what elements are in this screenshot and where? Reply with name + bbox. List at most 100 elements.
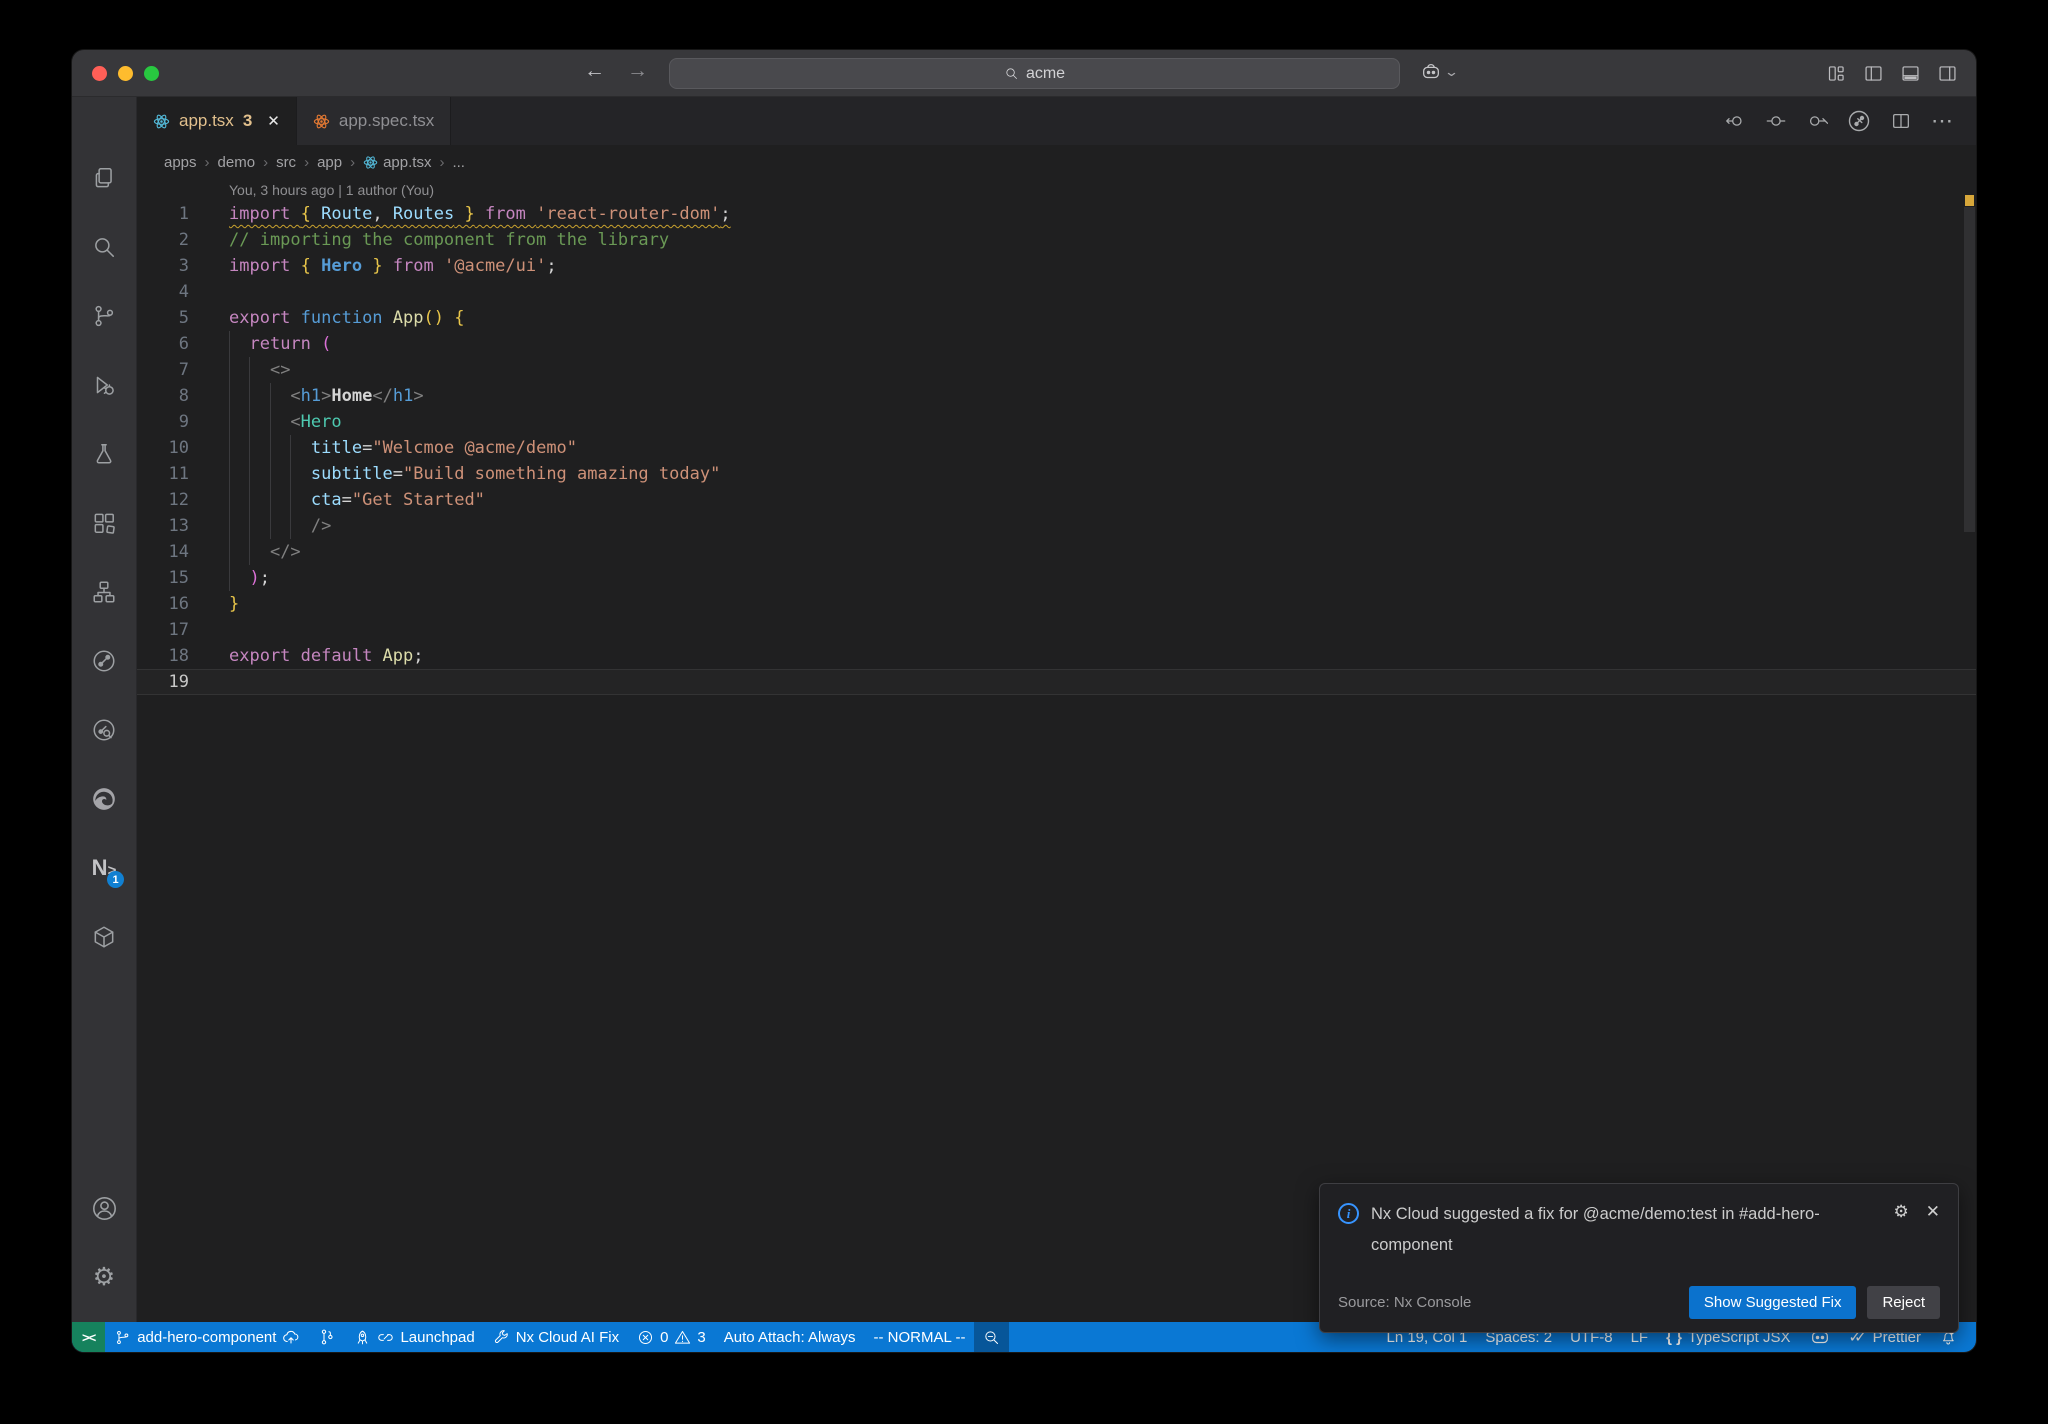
more-actions-icon[interactable]: ⋯	[1931, 108, 1954, 134]
activity-item-gitlens-icon[interactable]	[72, 626, 136, 695]
breadcrumb-item-...[interactable]: ...	[452, 154, 465, 171]
statusbar-problems[interactable]: 03	[628, 1322, 715, 1352]
statusbar-launchpad[interactable]: Launchpad	[345, 1322, 483, 1352]
code-line-2[interactable]: 2 // importing the component from the lib…	[137, 227, 1976, 253]
code-text: </>	[229, 539, 301, 565]
navigate-back-icon[interactable]: ←	[584, 59, 605, 83]
next-change-icon[interactable]	[1806, 110, 1828, 132]
close-window-button[interactable]	[92, 66, 107, 81]
activity-item-explorer-icon[interactable]	[72, 143, 136, 212]
activity-item-extensions-icon[interactable]	[72, 488, 136, 557]
indent-guide	[249, 435, 251, 461]
code-line-18[interactable]: 18 export default App;	[137, 643, 1976, 669]
open-changes-icon[interactable]	[1765, 110, 1787, 132]
toggle-sidebar-left-icon[interactable]	[1863, 63, 1884, 84]
tab-app.spec.tsx[interactable]: app.spec.tsx	[296, 97, 452, 145]
line-number: 4	[178, 282, 189, 302]
command-center-search[interactable]: acme	[669, 58, 1400, 89]
code-line-10[interactable]: 10 title="Welcmoe @acme/demo"	[137, 435, 1976, 461]
notification-close-icon[interactable]: ✕	[1926, 1202, 1940, 1222]
breadcrumb-item-apps[interactable]: apps	[164, 154, 197, 171]
cloud-upload-icon	[282, 1328, 300, 1346]
statusbar-nx-cloud-ai-fix[interactable]: Nx Cloud AI Fix	[484, 1322, 628, 1352]
activity-item-source-control-icon[interactable]	[72, 281, 136, 350]
codelens-annotation[interactable]: You, 3 hours ago | 1 author (You)	[137, 179, 1976, 201]
code-text: export default App;	[229, 646, 424, 666]
notification-settings-gear-icon[interactable]: ⚙	[1894, 1202, 1909, 1222]
breadcrumb[interactable]: apps › demo › src › app › app.tsx ›...	[137, 145, 1976, 179]
code-text: );	[229, 565, 270, 591]
code-line-9[interactable]: 9 <Hero	[137, 409, 1976, 435]
breadcrumb-item-app[interactable]: app	[317, 154, 342, 171]
activity-item-account-icon[interactable]	[72, 1174, 136, 1243]
minimize-window-button[interactable]	[118, 66, 133, 81]
statusbar-commit-graph[interactable]	[309, 1322, 345, 1352]
code-line-5[interactable]: 5 export function App() {	[137, 305, 1976, 331]
tab-close-icon[interactable]: ✕	[267, 112, 280, 130]
navigate-forward-icon[interactable]: →	[627, 59, 648, 83]
code-line-6[interactable]: 6 return (	[137, 331, 1976, 357]
warning-icon	[674, 1329, 691, 1346]
breadcrumb-separator: ›	[204, 153, 210, 171]
previous-change-icon[interactable]	[1724, 110, 1746, 132]
copilot-menu[interactable]: ⌄	[1420, 61, 1459, 83]
activity-item-package-icon[interactable]	[72, 902, 136, 971]
statusbar-auto-attach[interactable]: Auto Attach: Always	[715, 1322, 865, 1352]
activity-item-nx-icon[interactable]: N> 1	[72, 833, 136, 902]
breadcrumb-item-app.tsx[interactable]: app.tsx	[363, 154, 431, 171]
indent-guide	[290, 487, 292, 513]
code-line-11[interactable]: 11 subtitle="Build something amazing tod…	[137, 461, 1976, 487]
indent-guide	[269, 383, 271, 409]
statusbar-vim-mode[interactable]: -- NORMAL --	[865, 1322, 975, 1352]
code-editor[interactable]: You, 3 hours ago | 1 author (You) 1 impor…	[137, 179, 1976, 1322]
indent-guide	[229, 357, 230, 383]
code-line-19[interactable]: 19	[137, 669, 1976, 695]
code-line-3[interactable]: 3 import { Hero } from '@acme/ui';	[137, 253, 1976, 279]
code-text: cta="Get Started"	[229, 487, 485, 513]
maximize-window-button[interactable]	[144, 66, 159, 81]
show-suggested-fix-button[interactable]: Show Suggested Fix	[1688, 1286, 1857, 1319]
statusbar-remote-indicator[interactable]: ><	[72, 1322, 106, 1352]
reject-button[interactable]: Reject	[1867, 1286, 1940, 1319]
title-bar: ← → acme ⌄	[72, 50, 1976, 97]
scrollbar-slider[interactable]	[1964, 207, 1975, 532]
statusbar-label: 3	[697, 1328, 706, 1346]
customize-layout-icon[interactable]	[1826, 63, 1847, 84]
activity-item-testing-icon[interactable]	[72, 419, 136, 488]
code-line-16[interactable]: 16}	[137, 591, 1976, 617]
statusbar-zoom[interactable]	[974, 1322, 1010, 1352]
split-editor-icon[interactable]	[1890, 110, 1912, 132]
breadcrumb-item-demo[interactable]: demo	[218, 154, 256, 171]
tab-label: app.spec.tsx	[338, 111, 435, 130]
code-line-4[interactable]: 4	[137, 279, 1976, 305]
toggle-panel-icon[interactable]	[1900, 63, 1921, 84]
breadcrumb-item-src[interactable]: src	[276, 154, 296, 171]
code-line-17[interactable]: 17	[137, 617, 1976, 643]
code-line-12[interactable]: 12 cta="Get Started"	[137, 487, 1976, 513]
line-number: 13	[168, 516, 189, 536]
code-line-14[interactable]: 14 </>	[137, 539, 1976, 565]
code-line-7[interactable]: 7 <>	[137, 357, 1976, 383]
activity-item-gitlens-search-icon[interactable]	[72, 695, 136, 764]
rocket-icon	[354, 1329, 371, 1346]
toggle-sidebar-right-icon[interactable]	[1937, 63, 1958, 84]
line-number: 12	[168, 490, 189, 510]
layout-controls	[1826, 63, 1958, 84]
activity-item-search-icon[interactable]	[72, 212, 136, 281]
activity-item-settings-icon[interactable]: ⚙	[72, 1243, 136, 1312]
code-line-13[interactable]: 13 />	[137, 513, 1976, 539]
line-number: 7	[178, 360, 189, 380]
activity-item-run-debug-icon[interactable]	[72, 350, 136, 419]
activity-item-hierarchy-icon[interactable]	[72, 557, 136, 626]
react-blue-file-icon	[153, 113, 170, 130]
code-line-1[interactable]: 1 import { Route, Routes } from 'react-ro…	[137, 201, 1976, 227]
tab-app.tsx[interactable]: app.tsx 3 ✕	[137, 97, 297, 145]
indent-guide	[249, 513, 251, 539]
nx-run-icon[interactable]	[1847, 109, 1871, 133]
code-line-8[interactable]: 8 <h1>Home</h1>	[137, 383, 1976, 409]
statusbar-branch[interactable]: add-hero-component	[105, 1322, 309, 1352]
code-line-15[interactable]: 15 );	[137, 565, 1976, 591]
statusbar-label: add-hero-component	[137, 1328, 277, 1346]
overview-ruler[interactable]	[1962, 179, 1976, 1322]
activity-item-edge-icon[interactable]	[72, 764, 136, 833]
